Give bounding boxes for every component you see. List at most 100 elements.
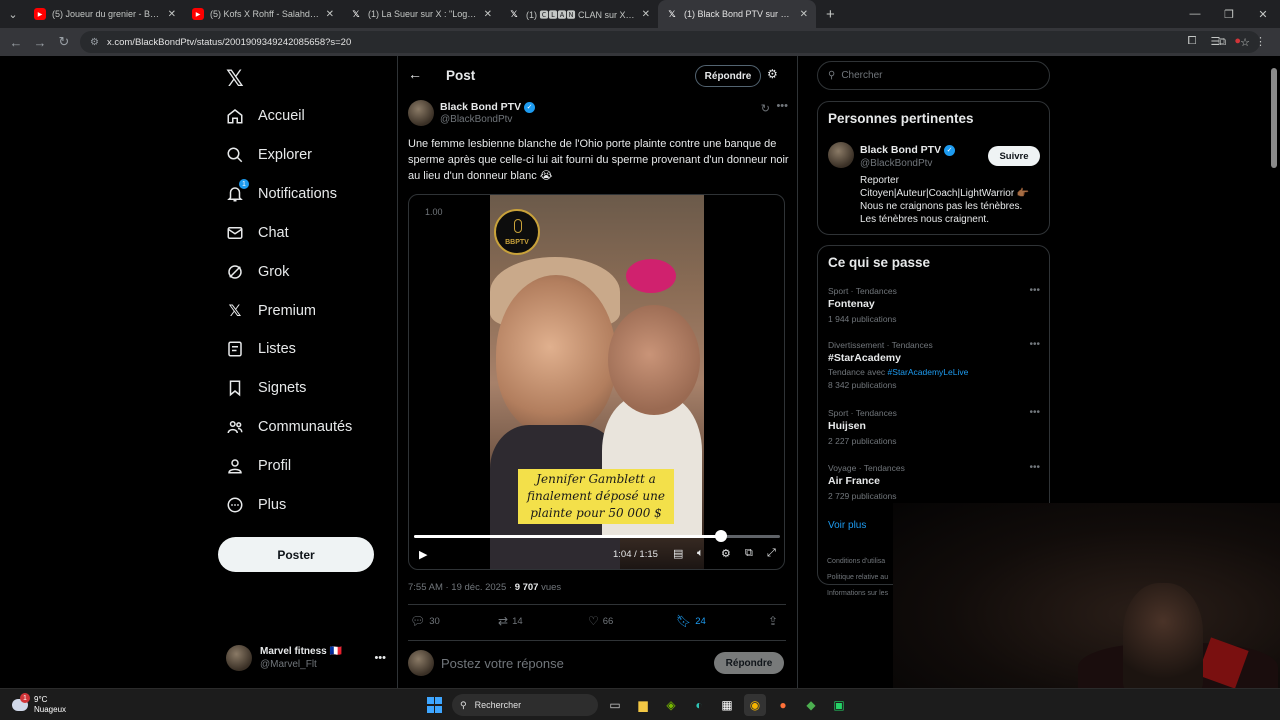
footer-link[interactable]: Informations sur les (827, 586, 888, 602)
file-explorer-icon[interactable]: ▆ (632, 694, 654, 716)
firefox-icon[interactable]: ● (772, 694, 794, 716)
nav-item-premium[interactable]: 𝕏 Premium (226, 296, 316, 326)
close-tab-icon[interactable]: ✕ (800, 9, 808, 20)
nav-item-grok[interactable]: Grok (226, 257, 289, 287)
video-progress-bar[interactable] (414, 530, 780, 542)
footer-link[interactable]: Politique relative au (827, 570, 888, 586)
author-name-row[interactable]: Black Bond PTV ✓ (440, 101, 536, 113)
nav-label: Listes (258, 341, 296, 357)
trend-item[interactable]: Sport · Tendances Fontenay 1 944 publica… (828, 285, 1042, 326)
captions-icon[interactable]: ▤ (673, 547, 683, 560)
close-tab-icon[interactable]: ✕ (326, 9, 334, 20)
windows-start-icon[interactable] (424, 694, 446, 716)
footer-link[interactable]: Conditions d'utilisa (827, 554, 888, 570)
progress-handle[interactable] (715, 530, 728, 542)
new-tab-icon[interactable]: + (816, 6, 845, 23)
share-action[interactable]: ⇪ (768, 614, 778, 628)
relevant-name-row[interactable]: Black Bond PTV ✓ (860, 144, 956, 156)
browser-tab-active[interactable]: 𝕏 (1) Black Bond PTV sur X : "Une ✕ (658, 0, 816, 28)
follow-button[interactable]: Suivre (988, 146, 1040, 166)
author-handle[interactable]: @BlackBondPtv (440, 114, 512, 125)
minimize-icon[interactable]: — (1178, 0, 1212, 28)
nav-item-profile[interactable]: Profil (226, 451, 291, 481)
taskbar-search[interactable]: ⚲ Rechercher (452, 694, 598, 716)
nav-item-more[interactable]: Plus (226, 490, 286, 520)
nav-item-home[interactable]: Accueil (226, 101, 305, 131)
more-dots-icon[interactable]: ••• (1029, 462, 1040, 473)
x-logo-icon[interactable]: 𝕏 (226, 66, 244, 92)
weather-widget[interactable]: 1 9°C Nuageux (12, 693, 66, 717)
avatar[interactable] (828, 142, 854, 168)
repost-action[interactable]: ⇄ 14 (498, 614, 523, 628)
nav-item-chat[interactable]: Chat (226, 218, 289, 248)
nav-item-communities[interactable]: Communautés (226, 412, 352, 442)
nav-item-explore[interactable]: Explorer (226, 140, 312, 170)
site-info-icon[interactable]: ⚙ (90, 37, 99, 48)
nvidia-icon[interactable]: ◈ (660, 694, 682, 716)
fullscreen-icon[interactable]: ⤢ (767, 547, 776, 560)
more-dots-icon[interactable]: ••• (776, 100, 788, 112)
more-dots-icon[interactable]: ••• (1029, 407, 1040, 418)
browser-tab[interactable]: 𝕏 (1) La Sueur sur X : "Logan Paul ✕ (342, 0, 500, 28)
tweet-meta: 7:55 AM · 19 déc. 2025 · 9 707 vues (408, 582, 561, 593)
reading-list-icon[interactable]: ☰ (1210, 35, 1220, 48)
more-dots-icon[interactable]: ••• (1029, 339, 1040, 350)
tab-search-menu-icon[interactable]: ⌄ (0, 0, 26, 28)
avatar[interactable] (408, 100, 434, 126)
settings-sliders-icon[interactable]: ⚙ (767, 67, 778, 81)
relevant-handle[interactable]: @BlackBondPtv (860, 158, 932, 169)
url-field[interactable]: ⚙ x.com/BlackBondPtv/status/200190934924… (80, 31, 1260, 53)
close-tab-icon[interactable]: ✕ (484, 9, 492, 20)
reload-icon[interactable]: ↻ (52, 28, 76, 56)
browser-tab[interactable]: ▶ (5) Kofs X Rohff - Salahdine P ✕ (184, 0, 342, 28)
bookmark-action[interactable]: 🔖︎ 24 (676, 614, 706, 628)
tweet-timestamp[interactable]: 7:55 AM · 19 déc. 2025 · (408, 582, 515, 593)
search-input[interactable]: ⚲ Chercher (817, 61, 1050, 90)
play-icon[interactable]: ▶ (419, 548, 427, 561)
browser-menu-icon[interactable]: ⋮ (1255, 35, 1266, 48)
trend-item[interactable]: Divertissement · Tendances #StarAcademy … (828, 339, 1042, 392)
reply-submit-button[interactable]: Répondre (714, 652, 784, 674)
nav-item-bookmarks[interactable]: Signets (226, 373, 306, 403)
video-player[interactable]: 1.00 BBPTV Jennifer Gamblett a finalemen… (408, 194, 785, 570)
close-window-icon[interactable]: ✕ (1246, 0, 1280, 28)
app-icon[interactable]: ◆ (800, 694, 822, 716)
like-action[interactable]: ♡ 66 (588, 614, 613, 628)
reply-icon: 💬︎ (410, 614, 426, 628)
volume-icon[interactable]: 🔈︎ (697, 547, 704, 560)
close-tab-icon[interactable]: ✕ (642, 9, 650, 20)
nav-item-lists[interactable]: Listes (226, 334, 296, 364)
profile-avatar-icon[interactable]: ● (1234, 35, 1241, 48)
back-arrow-icon[interactable]: ← (4, 28, 28, 56)
youtube-icon: ▶ (192, 8, 204, 20)
chrome-icon[interactable]: ◉ (744, 694, 766, 716)
more-dots-icon[interactable]: ••• (1029, 285, 1040, 296)
task-view-icon[interactable]: ▭ (604, 694, 626, 716)
edge-icon[interactable]: ◐ (688, 694, 710, 716)
tab-title: (1) Black Bond PTV sur X : "Une (684, 9, 794, 19)
grok-icon[interactable]: ↻ (761, 102, 770, 115)
whatsapp-icon[interactable]: ▣ (828, 694, 850, 716)
scrollbar-thumb[interactable] (1271, 68, 1277, 168)
see-more-link[interactable]: Voir plus (828, 520, 866, 531)
account-switcher[interactable]: Marvel fitness 🇫🇷 @Marvel_Flt ••• (226, 642, 386, 674)
post-button[interactable]: Poster (218, 537, 374, 572)
pip-icon[interactable]: ⧉ (745, 547, 753, 560)
trend-hashtag-link[interactable]: #StarAcademyLeLive (888, 367, 969, 377)
store-icon[interactable]: ▦ (716, 694, 738, 716)
more-dots-icon[interactable]: ••• (374, 652, 386, 664)
reply-input[interactable]: Postez votre réponse (441, 656, 564, 671)
maximize-icon[interactable]: ❐ (1212, 0, 1246, 28)
trend-item[interactable]: Sport · Tendances Huijsen 2 227 publicat… (828, 407, 1042, 448)
back-arrow-icon[interactable]: ← (408, 66, 422, 82)
close-tab-icon[interactable]: ✕ (168, 9, 176, 20)
forward-arrow-icon[interactable]: → (28, 28, 52, 56)
trend-item[interactable]: Voyage · Tendances Air France 2 729 publ… (828, 462, 1042, 503)
extensions-icon[interactable]: ⧠ (1188, 35, 1197, 48)
reply-action[interactable]: 💬︎ 30 (410, 614, 440, 628)
browser-tab[interactable]: ▶ (5) Joueur du grenier - Bart VS ✕ (26, 0, 184, 28)
gear-icon[interactable]: ⚙ (721, 547, 731, 560)
nav-item-notifications[interactable]: 1 Notifications (226, 179, 337, 209)
browser-tab[interactable]: 𝕏 (1) 🅲🅻🅰🅽 CLAN sur X : "Le fem ✕ (500, 0, 658, 28)
reply-header-button[interactable]: Répondre (695, 65, 761, 87)
